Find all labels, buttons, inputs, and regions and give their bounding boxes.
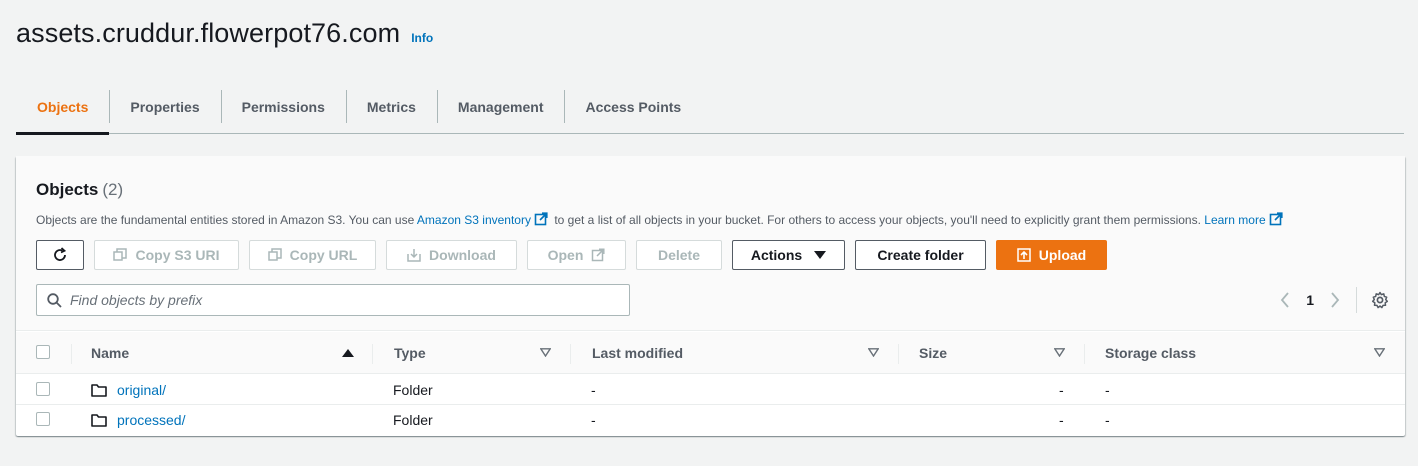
column-divider [1084,344,1085,364]
type-cell: Folder [393,382,433,398]
object-name-link[interactable]: processed/ [117,412,185,428]
row-checkbox[interactable] [36,382,50,396]
learn-more-label: Learn more [1204,213,1266,227]
column-divider [71,344,72,364]
column-header-size[interactable]: Size [919,332,947,374]
copy-url-button[interactable]: Copy URL [249,240,376,270]
search-input[interactable] [70,292,610,308]
delete-button[interactable]: Delete [636,240,722,270]
download-button[interactable]: Download [386,240,517,270]
last-modified-cell: - [591,412,596,428]
upload-label: Upload [1038,247,1087,263]
tab-properties[interactable]: Properties [109,80,220,133]
copy-s3-uri-button[interactable]: Copy S3 URI [94,240,239,270]
download-label: Download [429,247,496,263]
column-divider [570,344,571,364]
s3-inventory-link[interactable]: Amazon S3 inventory [416,212,551,227]
create-folder-button[interactable]: Create folder [855,240,986,270]
sort-icon[interactable] [540,348,551,357]
page-number[interactable]: 1 [1306,292,1314,308]
storage-class-cell: - [1105,382,1110,398]
actions-dropdown-button[interactable]: Actions [732,240,845,270]
size-cell: - [1059,382,1064,398]
type-cell: Folder [393,412,433,428]
bucket-tabs: Objects Properties Permissions Metrics M… [16,80,1404,135]
upload-button[interactable]: Upload [996,240,1107,270]
description-text-middle: to get a list of all objects in your buc… [554,213,1201,227]
column-divider [372,344,373,364]
actions-label: Actions [750,247,803,263]
pagination: 1 [1280,284,1389,316]
tab-management[interactable]: Management [436,80,565,133]
objects-panel-title: Objects (2) [36,180,123,200]
objects-title-text: Objects [36,180,99,199]
open-label: Open [547,247,584,263]
sort-icon[interactable] [1054,348,1065,357]
folder-icon [91,384,107,397]
sort-ascending-icon[interactable] [342,348,354,358]
table-row[interactable]: original/ Folder - - - [16,375,1405,405]
object-name-cell: processed/ [91,405,185,435]
table-header: Name Type Last modified Size Storage cla… [16,332,1405,374]
external-link-icon [534,212,548,226]
learn-more-link[interactable]: Learn more [1204,212,1285,227]
tab-access-points[interactable]: Access Points [564,80,702,133]
gear-icon[interactable] [1371,291,1389,309]
size-cell: - [1059,412,1064,428]
objects-description: Objects are the fundamental entities sto… [36,212,1286,227]
bucket-name-title: assets.cruddur.flowerpot76.com [16,18,401,48]
s3-inventory-link-label: Amazon S3 inventory [416,213,531,227]
create-folder-label: Create folder [877,247,964,263]
last-modified-cell: - [591,382,596,398]
chevron-right-icon[interactable] [1330,292,1340,308]
objects-panel-header: Objects (2) Objects are the fundamental e… [16,156,1405,331]
tab-metrics[interactable]: Metrics [345,80,437,133]
open-button[interactable]: Open [527,240,626,270]
objects-count: (2) [102,180,124,199]
column-header-name[interactable]: Name [91,332,129,374]
download-icon [407,249,421,262]
column-header-type[interactable]: Type [394,332,426,374]
info-link[interactable]: Info [411,31,433,45]
external-link-icon [1269,212,1283,226]
objects-panel: Objects (2) Objects are the fundamental e… [16,156,1405,436]
refresh-icon [54,247,67,261]
object-name-cell: original/ [91,375,166,405]
row-checkbox[interactable] [36,412,50,426]
search-box [36,284,630,316]
column-header-last-modified[interactable]: Last modified [592,332,683,374]
upload-icon [1017,248,1031,262]
copy-url-label: Copy URL [289,247,358,263]
sort-icon[interactable] [1374,348,1385,357]
caret-down-icon [814,251,827,259]
delete-label: Delete [657,247,701,263]
folder-icon [91,414,107,427]
description-text-start: Objects are the fundamental entities sto… [36,213,415,227]
refresh-button[interactable] [36,240,84,270]
column-header-storage-class[interactable]: Storage class [1105,332,1196,374]
table-row[interactable]: processed/ Folder - - - [16,405,1405,435]
select-all-checkbox[interactable] [36,345,50,359]
copy-s3-uri-label: Copy S3 URI [135,247,220,263]
tab-objects[interactable]: Objects [16,80,110,135]
storage-class-cell: - [1105,412,1110,428]
chevron-left-icon[interactable] [1280,292,1290,308]
column-divider [898,344,899,364]
object-name-link[interactable]: original/ [117,382,166,398]
copy-icon [113,248,128,261]
page-header: assets.cruddur.flowerpot76.com Info [16,18,433,49]
tab-permissions[interactable]: Permissions [220,80,346,133]
copy-icon [267,248,282,261]
sort-icon[interactable] [868,348,879,357]
search-icon [47,292,62,308]
pager-divider [1356,287,1357,313]
external-link-icon [592,248,605,262]
